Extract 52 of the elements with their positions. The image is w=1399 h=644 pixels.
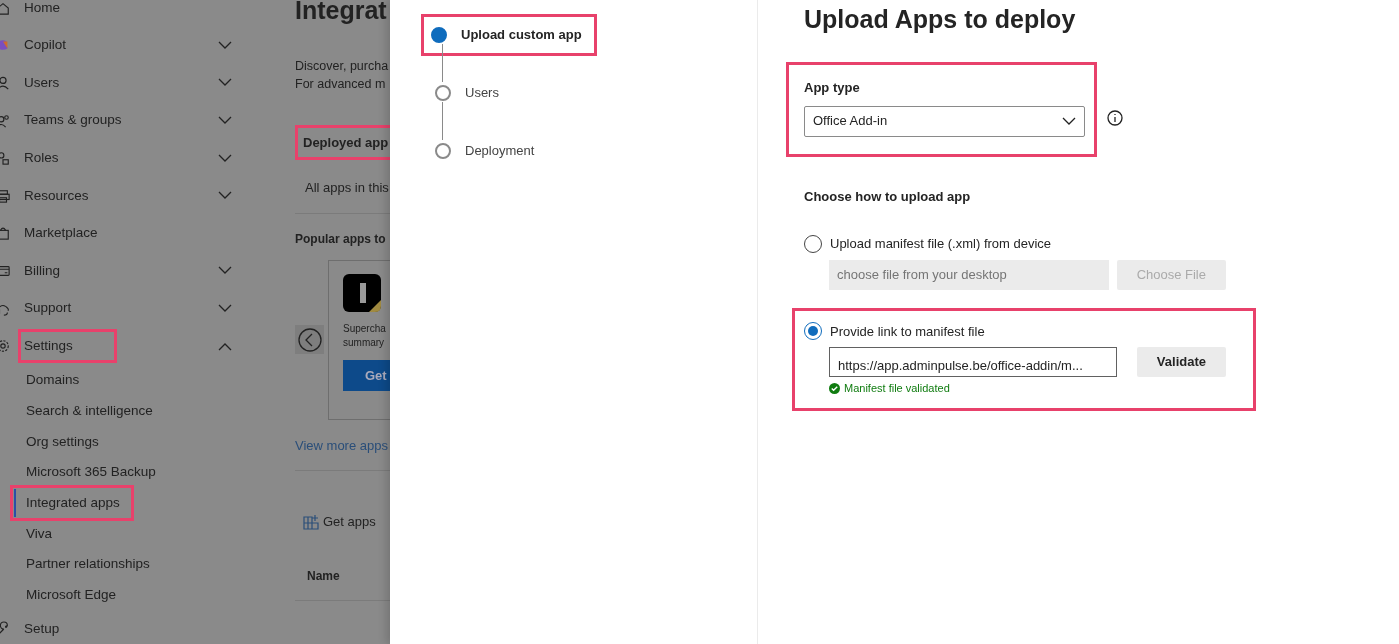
person-icon: [0, 75, 10, 91]
field-label: App type: [804, 79, 861, 97]
option-label: Provide link to manifest file: [830, 322, 985, 341]
validate-button[interactable]: Validate: [1136, 347, 1226, 377]
step-label[interactable]: Upload custom app: [461, 25, 582, 45]
section-heading: Popular apps to: [295, 230, 387, 248]
gear-icon: [0, 338, 10, 355]
chevron-down-icon: [1062, 117, 1076, 125]
sidebar-subitem[interactable]: Partner relationships: [14, 551, 152, 578]
sidebar-subitem[interactable]: Viva: [14, 520, 55, 547]
sidebar-item[interactable]: Billing: [22, 257, 63, 285]
house-icon: [0, 0, 10, 16]
view-more-link[interactable]: View more apps: [295, 435, 388, 456]
sidebar-item[interactable]: Setup: [22, 616, 62, 643]
chevron-left-icon: [297, 327, 322, 352]
sidebar-subitem[interactable]: Microsoft Edge: [14, 581, 119, 609]
sidebar-subitem[interactable]: Search & intelligence: [14, 397, 155, 425]
bag-icon: [0, 225, 10, 242]
option-label: Upload manifest file (.xml) from device: [830, 235, 1052, 253]
previous-button[interactable]: [295, 325, 324, 355]
printer-icon: [0, 187, 10, 204]
tab-description: All apps in this: [305, 179, 390, 198]
description-text: Discover, purcha For advanced m: [295, 57, 390, 93]
app-type-dropdown[interactable]: Office Add-in: [804, 105, 1085, 137]
get-apps-button[interactable]: Get apps: [295, 511, 382, 533]
info-icon: [1107, 110, 1123, 127]
step-label[interactable]: Users: [465, 83, 499, 103]
app-icon: [343, 273, 381, 312]
sidebar-subitem[interactable]: Microsoft 365 Backup: [14, 459, 158, 486]
check-circle-icon: [829, 382, 840, 394]
sidebar-item[interactable]: Marketplace: [22, 220, 100, 247]
section-heading: Choose how to upload app: [804, 187, 972, 206]
sidebar-subitem[interactable]: Org settings: [14, 428, 101, 455]
get-button[interactable]: Get: [343, 359, 390, 392]
page-title: Integrat: [295, 0, 388, 26]
sidebar-item[interactable]: Users: [22, 69, 62, 97]
sidebar-item[interactable]: Roles: [22, 145, 61, 172]
sidebar-subitem[interactable]: Domains: [14, 367, 82, 394]
status-text: Manifest file validated: [844, 381, 950, 396]
grid-plus-icon: [303, 514, 319, 530]
input-field[interactable]: https://app.adminpulse.be/office-addin/m...: [829, 347, 1117, 377]
step-label[interactable]: Deployment: [465, 141, 535, 161]
sidebar-item[interactable]: Home: [22, 0, 62, 21]
person-lock-icon: [0, 150, 10, 167]
column-header: Name: [307, 567, 341, 585]
app-description: Supercha summary: [343, 321, 387, 351]
panel-title: Upload Apps to deploy: [804, 4, 1077, 34]
sidebar-item[interactable]: Copilot: [22, 32, 69, 59]
people-icon: [0, 112, 10, 129]
sidebar-item[interactable]: Resources: [22, 182, 91, 209]
sidebar-item[interactable]: Teams & groups: [22, 107, 124, 134]
sidebar-item[interactable]: Support: [22, 295, 74, 322]
